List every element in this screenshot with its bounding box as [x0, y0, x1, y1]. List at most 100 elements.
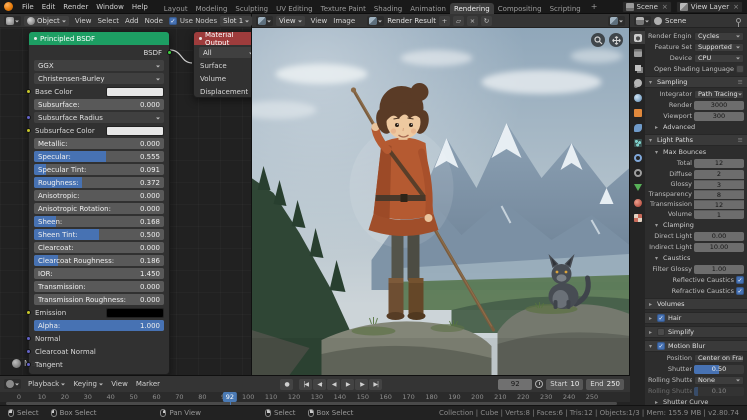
timeline-menu-view[interactable]: View [107, 380, 132, 388]
bsdf-row-anisotropic[interactable]: Anisotropic: 0.000 [34, 190, 164, 201]
image-menu-view[interactable]: View [308, 17, 331, 25]
menu-window[interactable]: Window [92, 3, 128, 11]
bsdf-output-socket-icon[interactable] [167, 50, 172, 55]
unlink-image-button[interactable]: × [466, 15, 478, 26]
timeline-menu-playback[interactable]: Playback [24, 380, 69, 388]
panel-header-simplify[interactable]: ▸ Simplify [645, 326, 747, 338]
panel-hair-checkbox[interactable]: ✓ [657, 314, 665, 322]
shader-menu-select[interactable]: Select [94, 17, 122, 25]
timeline-menu-keying[interactable]: Keying [69, 380, 107, 388]
pan-gizmo-button[interactable] [609, 33, 623, 47]
pin-icon[interactable] [736, 18, 741, 27]
integrator-dropdown[interactable]: Path Tracing [694, 89, 744, 99]
workspace-tab-layout[interactable]: Layout [160, 3, 192, 14]
properties-tab-material[interactable] [630, 196, 645, 209]
feature-set-dropdown[interactable]: Supported [694, 42, 744, 52]
properties-tab-output[interactable] [630, 46, 645, 59]
properties-tab-scene[interactable] [630, 76, 645, 89]
filter-glossy-field[interactable]: 1.00 [694, 264, 744, 274]
node-canvas[interactable]: Material Principled BSDF BSDF GGXC [0, 28, 251, 375]
editor-type-dropdown[interactable] [256, 15, 273, 26]
menu-help[interactable]: Help [128, 3, 152, 11]
output-target-dropdown[interactable]: All [199, 47, 251, 58]
shader-menu-add[interactable]: Add [122, 17, 142, 25]
workspace-tab-modeling[interactable]: Modeling [192, 3, 232, 14]
refractive-caustics-checkbox[interactable]: ✓ [736, 287, 744, 295]
render-field[interactable]: 3000 [694, 100, 744, 110]
collapse-node-icon[interactable] [199, 37, 202, 40]
frame-start-field[interactable]: Start 10 [546, 378, 584, 390]
bsdf-row-ior[interactable]: IOR: 1.450 [34, 268, 164, 279]
panel-header-clamping[interactable]: ▾ Clamping [645, 220, 747, 230]
workspace-tab-animation[interactable]: Animation [406, 3, 450, 14]
scene-selector[interactable]: Scene × [621, 0, 672, 13]
panel-header-sampling[interactable]: ▾ Sampling ≡ [645, 76, 747, 88]
reflective-caustics-checkbox[interactable]: ✓ [736, 276, 744, 284]
blender-logo-icon[interactable] [4, 2, 13, 11]
panel-header-volumes[interactable]: ▸ Volumes [645, 298, 747, 310]
timeline-ruler[interactable]: 0102030405060708090100110120130140150160… [0, 392, 630, 405]
volume-bounces-field[interactable]: 1 [694, 209, 744, 219]
bsdf-row-specular-tint[interactable]: Specular Tint: 0.091 [34, 164, 164, 175]
properties-tab-render[interactable] [630, 31, 645, 44]
shutter-slider[interactable]: 0.50 [694, 364, 744, 374]
workspace-tab-sculpting[interactable]: Sculpting [231, 3, 272, 14]
rolling-shutter-dur-slider[interactable]: 0.10 [694, 386, 744, 396]
display-channels-dropdown[interactable] [608, 15, 625, 26]
playhead[interactable]: 92 [222, 392, 237, 402]
bsdf-row-clearcoat[interactable]: Clearcoat: 0.000 [34, 242, 164, 253]
properties-tab-modifiers[interactable] [630, 121, 645, 134]
prev-keyframe-button[interactable]: ◀· [313, 378, 327, 390]
image-menu-image[interactable]: Image [330, 17, 358, 25]
editor-type-dropdown[interactable] [4, 379, 21, 389]
view-layer-selector[interactable]: View Layer × [675, 0, 743, 13]
bsdf-clearcoat-normal-socket-icon[interactable] [26, 349, 31, 354]
timeline-menu-marker[interactable]: Marker [132, 380, 164, 388]
rolling-shutter-dropdown[interactable]: None [694, 375, 744, 385]
properties-tab-physics[interactable] [630, 151, 645, 164]
new-image-button[interactable]: + [438, 15, 450, 26]
bsdf-row-sheen-tint[interactable]: Sheen Tint: 0.500 [34, 229, 164, 240]
bsdf-row-specular[interactable]: Specular: 0.555 [34, 151, 164, 162]
properties-tab-object[interactable] [630, 106, 645, 119]
bsdf-row-metallic[interactable]: Metallic: 0.000 [34, 138, 164, 149]
close-icon[interactable]: × [661, 3, 668, 11]
bsdf-row-subsurface-radius[interactable]: Subsurface Radius [26, 112, 164, 123]
bsdf-row-anisotropic-rotation[interactable]: Anisotropic Rotation: 0.000 [34, 203, 164, 214]
open-shading-language-checkbox[interactable] [736, 65, 744, 73]
render-view[interactable] [252, 28, 629, 375]
color-swatch[interactable] [106, 86, 164, 97]
panel-header-advanced[interactable]: ▸ Advanced [645, 122, 747, 132]
color-swatch[interactable] [106, 125, 164, 136]
bsdf-row-sheen[interactable]: Sheen: 0.168 [34, 216, 164, 227]
bsdf-row-alpha[interactable]: Alpha: 1.000 [34, 320, 164, 331]
panel-header-shutter-curve[interactable]: ▸ Shutter Curve [645, 397, 747, 405]
slot-dropdown[interactable]: Slot 1 [220, 15, 253, 26]
jump-start-button[interactable]: |◀ [299, 378, 313, 390]
bsdf-tangent-socket-icon[interactable] [26, 362, 31, 367]
bsdf-node-header[interactable]: Principled BSDF [29, 32, 169, 45]
panel-header-max-bounces[interactable]: ▾ Max Bounces [645, 147, 747, 157]
properties-tab-object-data[interactable] [630, 181, 645, 194]
workspace-tab-rendering[interactable]: Rendering [449, 2, 494, 14]
bsdf-base-color-socket-icon[interactable] [26, 89, 31, 94]
render-engine-dropdown[interactable]: Cycles [694, 31, 744, 41]
use-nodes-checkbox[interactable]: ✓ [168, 16, 177, 25]
bsdf-subsurface-color-socket-icon[interactable] [26, 128, 31, 133]
properties-tab-particles[interactable] [630, 136, 645, 149]
collapse-node-icon[interactable] [34, 37, 37, 40]
bsdf-row-transmission-roughness[interactable]: Transmission Roughness: 0.000 [34, 294, 164, 305]
principled-bsdf-node[interactable]: Principled BSDF BSDF GGX Christensen-Burl… [26, 31, 172, 375]
workspace-tab-compositing[interactable]: Compositing [494, 3, 546, 14]
diffuse-bounces-field[interactable]: 2 [694, 169, 744, 179]
panel-header-light-paths[interactable]: ▾ Light Paths ≡ [645, 134, 747, 146]
workspace-tab-shading[interactable]: Shading [370, 3, 406, 14]
properties-tab-view-layer[interactable] [630, 61, 645, 74]
workspace-tab-uv-editing[interactable]: UV Editing [272, 3, 317, 14]
color-swatch[interactable] [106, 307, 164, 318]
device-dropdown[interactable]: CPU [694, 53, 744, 63]
add-workspace-button[interactable]: + [587, 1, 602, 12]
panel-motion-blur-checkbox[interactable]: ✓ [657, 342, 665, 350]
bsdf-row-ggx[interactable]: GGX [34, 60, 164, 71]
bsdf-row-clearcoat-roughness[interactable]: Clearcoat Roughness: 0.186 [34, 255, 164, 266]
